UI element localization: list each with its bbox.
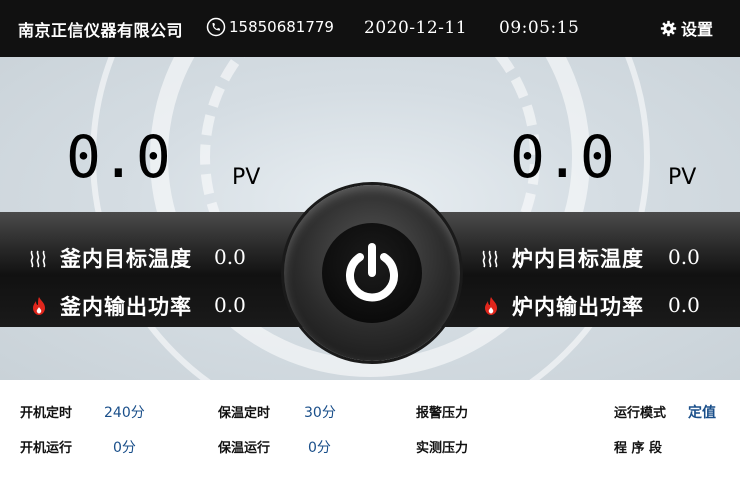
- right-pv-value: 0.0: [510, 123, 615, 191]
- left-pv-unit: PV: [232, 165, 261, 190]
- flame-icon: [33, 297, 45, 315]
- actual-pressure-label: 实测压力: [416, 441, 469, 456]
- power-icon: [346, 243, 398, 302]
- hold-run-label: 保温运行: [218, 441, 271, 456]
- hold-timer-value[interactable]: 30分: [304, 402, 336, 422]
- run-mode-value[interactable]: 定值: [688, 402, 716, 422]
- right-pv-unit: PV: [668, 165, 697, 190]
- start-timer-label: 开机定时: [20, 406, 73, 421]
- run-mode-label: 运行模式: [614, 406, 667, 421]
- settings-label: 设置: [681, 20, 714, 39]
- program-segment-label: 程 序 段: [614, 441, 663, 456]
- left-power-value: 0.0: [214, 293, 246, 317]
- settings-button[interactable]: 设置: [660, 16, 713, 40]
- left-power-row: 釜内输出功率: [28, 291, 192, 321]
- right-power-row: 炉内输出功率: [480, 291, 644, 321]
- alarm-pressure-label: 报警压力: [416, 406, 469, 421]
- phone-number: 15850681779: [229, 18, 334, 36]
- gear-icon: [660, 20, 677, 36]
- heat-wave-icon: [482, 250, 498, 268]
- right-target-value: 0.0: [668, 245, 700, 269]
- left-power-label: 釜内输出功率: [60, 295, 192, 319]
- header-bar: 南京正信仪器有限公司 15850681779 2020-12-11 09:05:…: [0, 0, 740, 57]
- right-target-label: 炉内目标温度: [512, 247, 644, 271]
- start-timer-value[interactable]: 240分: [104, 402, 145, 422]
- left-pv-value: 0.0: [66, 123, 171, 191]
- company-name: 南京正信仪器有限公司: [18, 21, 184, 40]
- left-target-label: 釜内目标温度: [60, 247, 192, 271]
- current-time: 09:05:15: [499, 18, 580, 38]
- left-target-value: 0.0: [214, 245, 246, 269]
- hold-run-value: 0分: [308, 440, 331, 456]
- current-date: 2020-12-11: [364, 18, 468, 38]
- power-button[interactable]: [322, 223, 422, 323]
- hold-timer-label: 保温定时: [218, 406, 271, 421]
- start-run-label: 开机运行: [20, 441, 73, 456]
- flame-icon: [485, 297, 497, 315]
- right-power-label: 炉内输出功率: [512, 295, 644, 319]
- heat-wave-icon: [30, 250, 46, 268]
- right-power-value: 0.0: [668, 293, 700, 317]
- main-panel: 0.0 PV 0.0 PV 釜内目标温度 0.0 釜内输出功率 0.0 炉内目标…: [0, 57, 740, 380]
- footer-info: 开机定时 240分 开机运行 0分 保温定时 30分 保温运行 0分 报警压力 …: [0, 380, 740, 480]
- start-run-value: 0分: [113, 440, 136, 456]
- left-target-row: 釜内目标温度: [28, 243, 192, 273]
- phone-icon: [206, 17, 226, 37]
- right-target-row: 炉内目标温度: [480, 243, 644, 273]
